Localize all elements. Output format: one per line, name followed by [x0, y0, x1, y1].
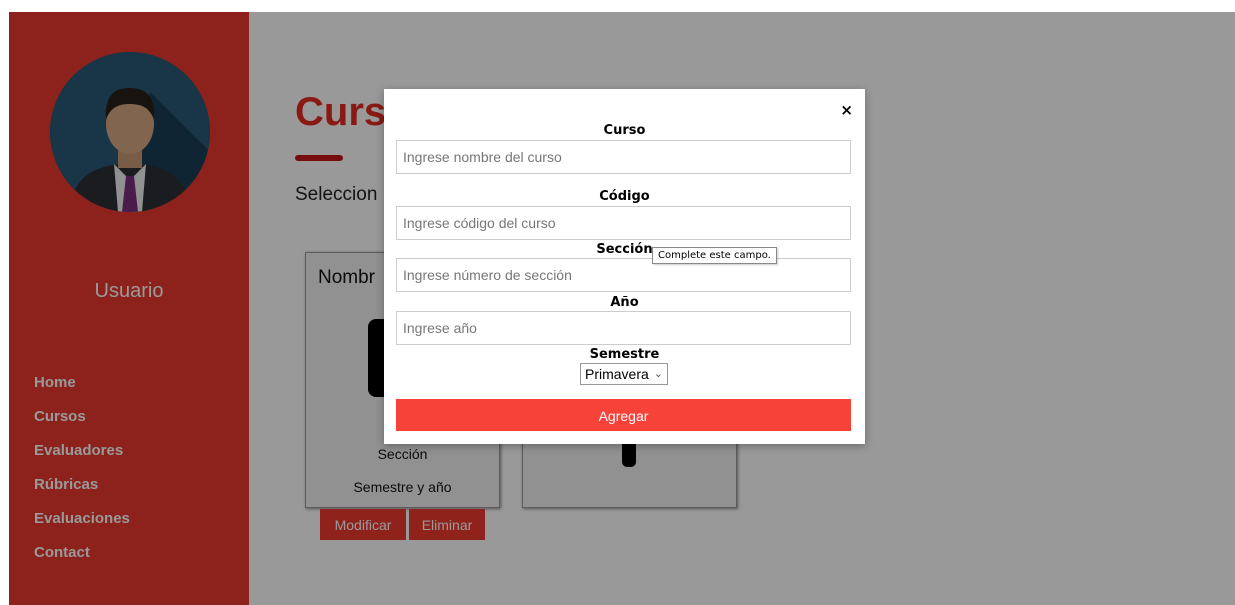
- year-input[interactable]: [396, 311, 851, 345]
- add-button[interactable]: Agregar: [396, 399, 851, 431]
- close-icon[interactable]: ×: [840, 101, 853, 119]
- year-label: Año: [610, 295, 639, 310]
- section-label: Sección: [596, 242, 653, 257]
- validation-tooltip: Complete este campo.: [652, 247, 777, 264]
- add-course-modal: × Curso Código Sección Año Semestre Prim…: [384, 89, 865, 444]
- course-name-label: Curso: [603, 123, 646, 138]
- semester-select[interactable]: Primavera ⌄: [580, 363, 668, 385]
- semester-label: Semestre: [589, 347, 660, 362]
- semester-select-value: Primavera: [585, 366, 649, 382]
- course-code-label: Código: [599, 189, 650, 204]
- course-name-input[interactable]: [396, 140, 851, 174]
- chevron-down-icon: ⌄: [653, 368, 663, 380]
- section-input[interactable]: [396, 258, 851, 292]
- course-code-input[interactable]: [396, 206, 851, 240]
